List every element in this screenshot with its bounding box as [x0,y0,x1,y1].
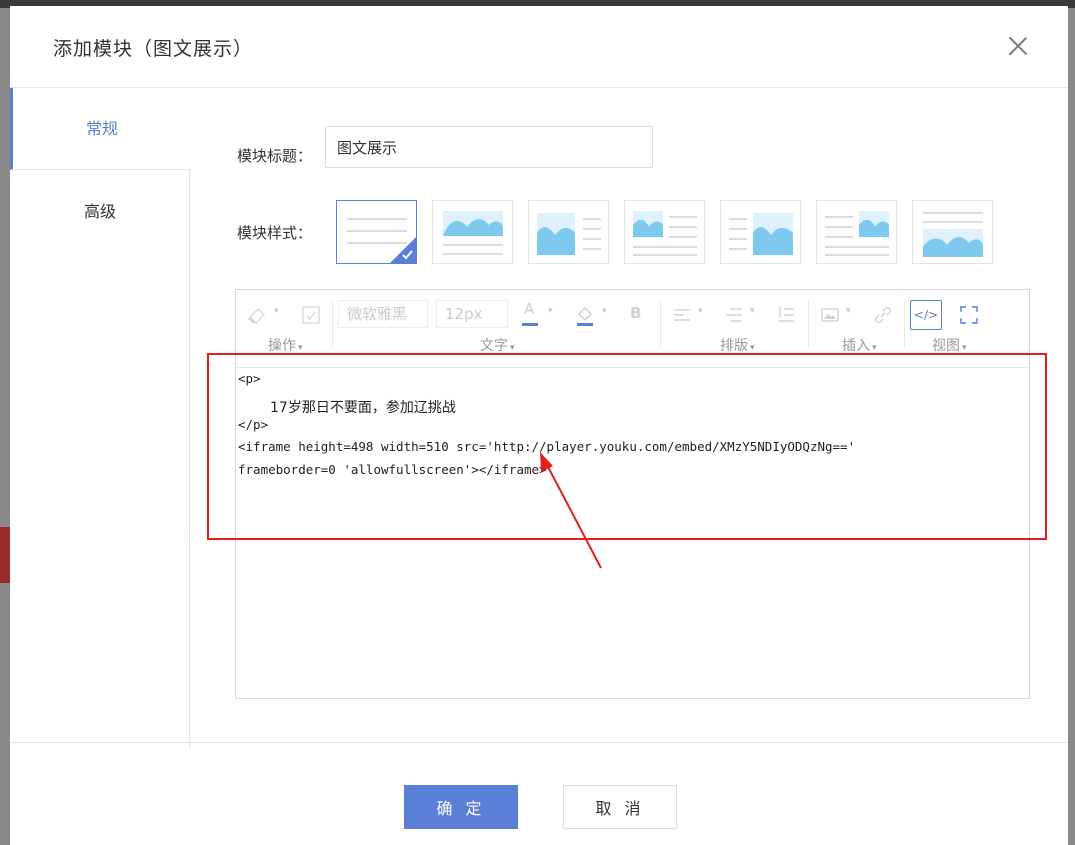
module-title-label: 模块标题： [237,147,313,165]
code-line: <iframe height=498 width=510 src='http:/… [238,439,856,454]
line-height-dropdown-icon[interactable]: ▾ [750,306,755,332]
font-family-select[interactable]: 微软雅黑 [338,300,428,328]
indent-icon[interactable] [776,302,796,328]
font-color-dropdown-icon[interactable]: ▾ [548,306,553,332]
rich-text-editor: ▾ 操作 微软雅黑 12px A ▾ ▾ B 文字 ▾ [235,289,1030,699]
toolbar-separator [808,300,809,348]
align-icon[interactable] [672,302,692,328]
style-option-image-right[interactable] [720,200,801,264]
style-image-left-text-icon [633,211,697,256]
dialog-header: 添加模块（图文展示） [10,6,1068,88]
eraser-dropdown-icon[interactable]: ▾ [274,306,279,332]
code-view-button[interactable]: </> [910,300,942,330]
font-size-select[interactable]: 12px [436,300,508,328]
style-options [336,200,1006,264]
close-icon[interactable] [1003,32,1033,62]
align-dropdown-icon[interactable]: ▾ [698,306,703,332]
editor-toolbar: ▾ 操作 微软雅黑 12px A ▾ ▾ B 文字 ▾ [236,290,1029,366]
code-line: </p> [238,417,269,432]
background-color-dropdown-icon[interactable]: ▾ [602,306,607,332]
dialog-footer: 确 定 取 消 [10,742,1068,839]
style-image-top-icon [443,211,503,255]
paragraph-text: 17岁那日不要面，参加辽挑战 [270,400,456,416]
eraser-icon[interactable] [246,302,270,328]
module-title-input[interactable] [325,126,653,168]
fullscreen-icon[interactable] [958,302,980,328]
check-icon [390,237,416,263]
group-insert-label[interactable]: 插入 [842,335,877,355]
style-image-bottom-icon [923,212,983,257]
code-line: <p> [238,371,261,386]
style-option-text-image-right[interactable] [816,200,897,264]
module-style-label: 模块样式： [237,224,313,242]
group-text-label[interactable]: 文字 [480,335,515,355]
tab-advanced[interactable]: 高级 [10,170,190,252]
style-image-left-icon [537,213,601,255]
link-icon[interactable] [872,302,894,328]
dialog-sidebar: 常规 高级 [10,88,191,750]
font-color-bar [522,323,538,326]
style-text-image-right-icon [825,211,889,256]
tab-general[interactable]: 常规 [10,88,191,170]
style-option-image-top[interactable] [432,200,513,264]
toolbar-separator [660,300,661,348]
format-painter-icon[interactable] [300,302,322,328]
html-source-area[interactable]: <p> 17岁那日不要面，参加辽挑战 </p> <iframe height=4… [236,367,1029,698]
toolbar-separator [904,300,905,348]
confirm-button[interactable]: 确 定 [404,785,518,829]
code-line: frameborder=0 'allowfullscreen'></iframe… [238,462,547,477]
bold-button[interactable]: B [630,304,641,330]
group-layout-label[interactable]: 排版 [720,335,755,355]
line-height-icon[interactable] [724,302,744,328]
style-option-image-bottom[interactable] [912,200,993,264]
style-option-image-left-text[interactable] [624,200,705,264]
group-view-label[interactable]: 视图 [932,335,967,355]
image-icon[interactable] [820,302,840,328]
background-color-icon[interactable] [574,302,596,328]
cancel-button[interactable]: 取 消 [563,785,677,829]
image-dropdown-icon[interactable]: ▾ [846,306,851,332]
font-color-label: A [524,300,535,318]
style-option-text-only[interactable] [336,200,417,264]
style-option-image-left[interactable] [528,200,609,264]
style-image-right-icon [729,213,793,255]
toolbar-separator [332,300,333,348]
dialog-title: 添加模块（图文展示） [53,38,254,60]
group-operate-label[interactable]: 操作 [268,335,303,355]
